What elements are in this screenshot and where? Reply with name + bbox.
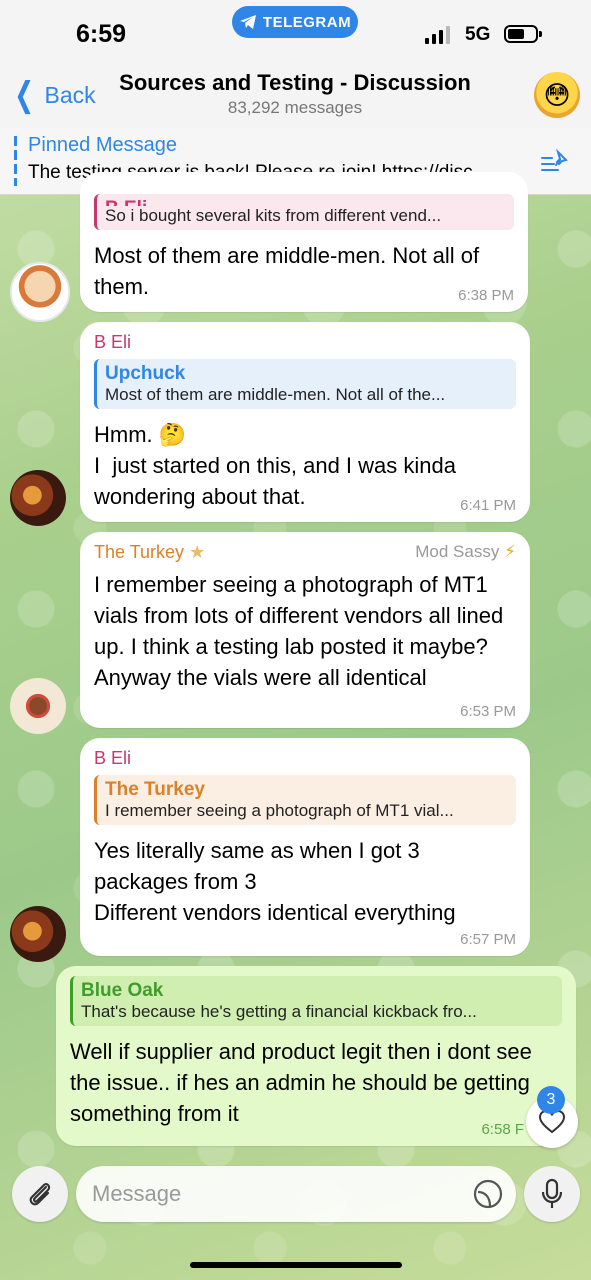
sender-name[interactable]: B Eli <box>94 332 516 353</box>
message-time: 6:38 PM <box>458 287 514 304</box>
chat-avatar[interactable]: 😳 <box>534 72 580 118</box>
message-text: Well if supplier and product legit then … <box>70 1039 538 1126</box>
avatar[interactable] <box>10 470 66 526</box>
pin-icon[interactable] <box>540 148 570 178</box>
reply-text: So i bought several kits from different … <box>105 206 442 225</box>
sender-name[interactable]: B Eli <box>94 748 516 769</box>
reply-text: I remember seeing a photograph of MT1 vi… <box>105 801 454 820</box>
battery-icon <box>504 25 542 43</box>
sticker-icon[interactable] <box>472 1178 504 1210</box>
message-time: 6:53 PM <box>460 703 516 720</box>
avatar[interactable] <box>10 906 66 962</box>
bolt-icon: ⚡ <box>504 542 516 561</box>
message-bubble[interactable]: The Turkey ★ Mod Sassy ⚡ I remember seei… <box>80 532 530 728</box>
pinned-indicator <box>14 136 17 186</box>
reply-name: Upchuck <box>105 363 186 384</box>
message-text: Most of them are middle-men. Not all of … <box>94 243 486 299</box>
role-label: Mod Sassy <box>415 542 500 561</box>
reply-preview[interactable]: B Eli So i bought several kits from diff… <box>94 194 514 230</box>
avatar[interactable] <box>10 262 70 322</box>
message-text: Yes literally same as when I got 3 packa… <box>94 838 456 925</box>
message-time: 6:41 PM <box>460 497 516 514</box>
sender-label: The Turkey <box>94 542 185 562</box>
attach-button[interactable] <box>12 1166 68 1222</box>
message-input[interactable]: Message <box>76 1166 516 1222</box>
network-label: 5G <box>465 24 491 45</box>
top-bar: 6:59 TELEGRAM 5G ❮ Back Sources and Test… <box>0 0 591 129</box>
chat-subtitle: 83,292 messages <box>227 98 363 117</box>
reply-preview[interactable]: Blue Oak That's because he's getting a f… <box>70 976 562 1026</box>
own-message-bubble[interactable]: Blue Oak That's because he's getting a f… <box>56 966 576 1146</box>
reply-preview[interactable]: The Turkey I remember seeing a photograp… <box>94 775 516 825</box>
message-time: 6:57 PM <box>460 931 516 948</box>
message-text: I remember seeing a photograph of MT1 vi… <box>94 572 510 690</box>
signal-icon <box>425 26 450 44</box>
chevron-left-icon: ❮ <box>14 76 35 114</box>
role-badge: Mod Sassy ⚡ <box>415 542 516 562</box>
back-button[interactable]: ❮ Back <box>10 76 96 114</box>
avatar[interactable] <box>10 678 66 734</box>
pill-label: TELEGRAM <box>262 13 352 31</box>
status-time: 6:59 <box>76 20 127 48</box>
message-bubble[interactable]: B Eli So i bought several kits from diff… <box>80 172 528 312</box>
message-text: Hmm. 🤔 I just started on this, and I was… <box>94 422 456 509</box>
star-icon: ★ <box>189 542 206 562</box>
telegram-icon <box>239 15 256 29</box>
reply-text: That's because he's getting a financial … <box>81 1002 477 1021</box>
reply-name: The Turkey <box>105 779 205 800</box>
telegram-pill[interactable]: TELEGRAM <box>232 6 358 38</box>
paperclip-icon <box>29 1183 51 1206</box>
message-bubble[interactable]: B Eli Upchuck Most of them are middle-me… <box>80 322 530 522</box>
reply-text: Most of them are middle-men. Not all of … <box>105 385 446 404</box>
reply-name: Blue Oak <box>81 980 164 1001</box>
microphone-icon <box>541 1178 563 1208</box>
chat-title[interactable]: Sources and Testing - Discussion <box>100 70 490 96</box>
reactions-count: 3 <box>537 1086 565 1114</box>
reply-name: B Eli <box>105 198 506 206</box>
back-label: Back <box>44 81 96 108</box>
message-bubble[interactable]: B Eli The Turkey I remember seeing a pho… <box>80 738 530 956</box>
pinned-label: Pinned Message <box>28 134 177 156</box>
reply-preview[interactable]: Upchuck Most of them are middle-men. Not… <box>94 359 516 409</box>
microphone-button[interactable] <box>524 1166 580 1222</box>
home-indicator <box>190 1262 402 1268</box>
message-placeholder: Message <box>92 1181 182 1206</box>
message-time: 6:58 F <box>481 1121 524 1138</box>
